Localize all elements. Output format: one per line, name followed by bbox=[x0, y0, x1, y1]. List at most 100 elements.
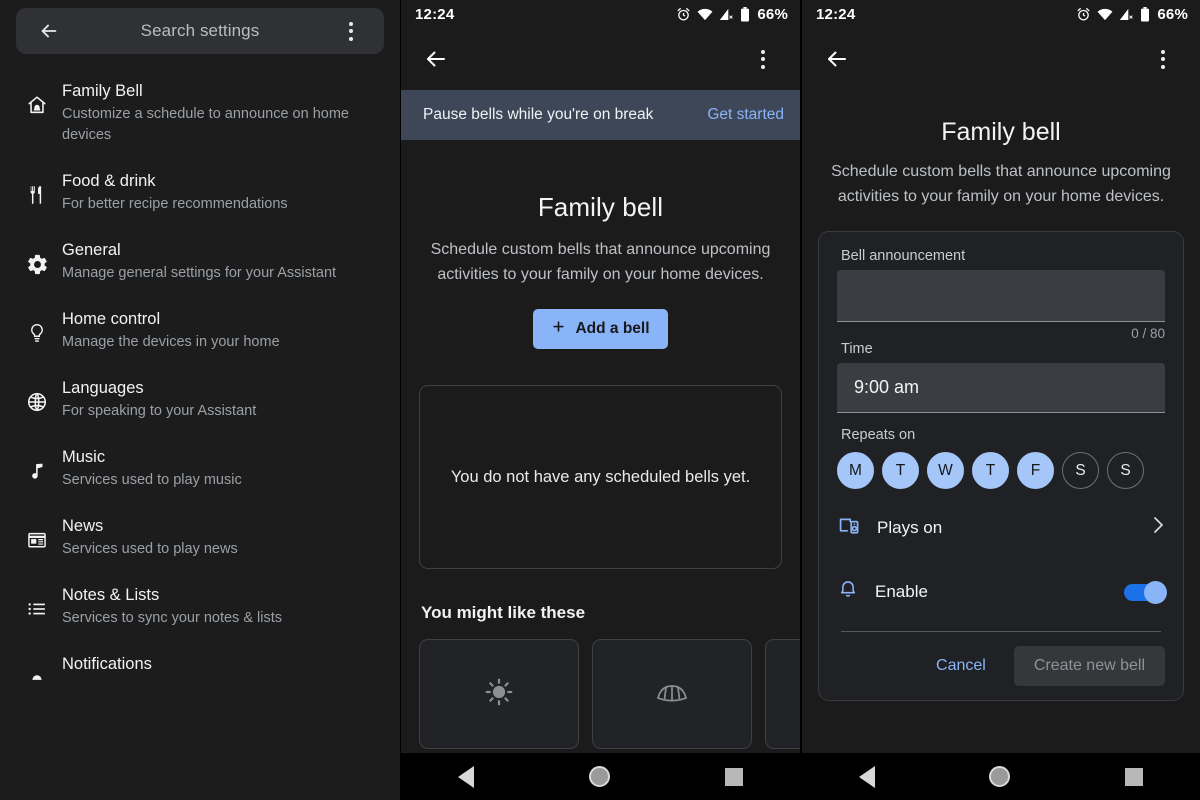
day-toggle-thursday[interactable]: T bbox=[972, 452, 1009, 489]
battery-percent: 66% bbox=[757, 5, 788, 23]
chevron-right-icon[interactable] bbox=[1153, 516, 1165, 540]
time-value: 9:00 am bbox=[854, 377, 920, 397]
sidebar-item-general[interactable]: General Manage general settings for your… bbox=[0, 227, 400, 296]
suggestions-heading: You might like these bbox=[421, 603, 586, 622]
sidebar-item-label: Notes & Lists bbox=[62, 586, 160, 604]
notification-bell-icon bbox=[20, 653, 54, 681]
back-arrow-icon[interactable] bbox=[419, 42, 453, 76]
nav-back-icon[interactable] bbox=[458, 765, 475, 788]
time-label: Time bbox=[841, 341, 873, 357]
sidebar-item-languages[interactable]: Languages For speaking to your Assistant bbox=[0, 365, 400, 434]
search-settings-bar[interactable]: Search settings bbox=[16, 8, 384, 54]
suggestion-card-morning[interactable] bbox=[419, 639, 579, 749]
status-bar: 12:24 66% bbox=[802, 0, 1200, 28]
app-bar bbox=[802, 28, 1200, 90]
page-description: Schedule custom bells that announce upco… bbox=[831, 163, 1171, 205]
day-toggle-friday[interactable]: F bbox=[1017, 452, 1054, 489]
more-vertical-icon[interactable] bbox=[746, 42, 780, 76]
bell-icon bbox=[837, 579, 859, 606]
search-settings-placeholder[interactable]: Search settings bbox=[66, 21, 334, 41]
croissant-icon bbox=[655, 680, 689, 709]
nav-back-icon[interactable] bbox=[859, 765, 876, 788]
sidebar-item-notes-lists[interactable]: Notes & Lists Services to sync your note… bbox=[0, 572, 400, 641]
sidebar-item-music[interactable]: Music Services used to play music bbox=[0, 434, 400, 503]
list-icon bbox=[20, 584, 54, 620]
nav-recents-icon[interactable] bbox=[1124, 767, 1143, 786]
sidebar-item-subtitle: Manage the devices in your home bbox=[62, 334, 280, 350]
status-clock: 12:24 bbox=[415, 5, 455, 23]
sidebar-item-subtitle: Services used to play news bbox=[62, 541, 238, 557]
back-arrow-icon[interactable] bbox=[32, 14, 66, 48]
plus-icon bbox=[551, 319, 566, 339]
enable-label: Enable bbox=[875, 582, 928, 601]
sidebar-item-family-bell[interactable]: Family Bell Customize a schedule to anno… bbox=[0, 68, 400, 158]
sidebar-item-label: Food & drink bbox=[62, 172, 156, 190]
alarm-icon bbox=[676, 7, 691, 22]
page-title: Family bell bbox=[941, 118, 1061, 146]
repeat-days-row: M T W T F S S bbox=[837, 452, 1165, 489]
sidebar-item-subtitle: Services used to play music bbox=[62, 472, 242, 488]
battery-percent: 66% bbox=[1157, 5, 1188, 23]
news-icon bbox=[20, 515, 54, 551]
time-input[interactable]: 9:00 am bbox=[837, 363, 1165, 413]
sidebar-item-subtitle: Manage general settings for your Assista… bbox=[62, 265, 337, 281]
day-toggle-saturday[interactable]: S bbox=[1062, 452, 1099, 489]
sidebar-item-notifications[interactable]: Notifications bbox=[0, 641, 400, 705]
day-toggle-sunday[interactable]: S bbox=[1107, 452, 1144, 489]
music-note-icon bbox=[20, 446, 54, 482]
pause-bells-banner[interactable]: Pause bells while you're on break Get st… bbox=[401, 90, 800, 140]
sidebar-item-label: Family Bell bbox=[62, 82, 143, 100]
page-title: Family bell bbox=[537, 192, 664, 222]
bell-announcement-input[interactable] bbox=[837, 270, 1165, 322]
nav-home-icon[interactable] bbox=[989, 766, 1011, 787]
sidebar-item-subtitle: Services to sync your notes & lists bbox=[62, 610, 282, 626]
day-toggle-tuesday[interactable]: T bbox=[882, 452, 919, 489]
cellular-off-icon bbox=[1119, 8, 1134, 21]
form-divider bbox=[841, 631, 1161, 632]
family-bell-hero: Family bell Schedule custom bells that a… bbox=[401, 140, 800, 349]
status-bar: 12:24 66% bbox=[401, 0, 800, 28]
wifi-icon bbox=[1097, 8, 1113, 21]
app-bar bbox=[401, 28, 800, 90]
sidebar-item-label: Notifications bbox=[62, 655, 152, 673]
battery-icon bbox=[740, 6, 750, 22]
suggestion-card-breakfast[interactable] bbox=[592, 639, 752, 749]
enable-row[interactable]: Enable bbox=[837, 567, 1167, 617]
day-toggle-monday[interactable]: M bbox=[837, 452, 874, 489]
sidebar-item-subtitle: For better recipe recommendations bbox=[62, 196, 288, 212]
more-vertical-icon[interactable] bbox=[334, 14, 368, 48]
repeats-on-label: Repeats on bbox=[841, 427, 916, 443]
restaurant-icon bbox=[20, 170, 54, 206]
empty-bells-text: You do not have any scheduled bells yet. bbox=[450, 467, 751, 486]
gear-icon bbox=[20, 239, 54, 276]
plays-on-row[interactable]: Plays on bbox=[837, 503, 1165, 553]
page-description: Schedule custom bells that announce upco… bbox=[430, 241, 771, 283]
get-started-button[interactable]: Get started bbox=[707, 106, 784, 124]
create-new-bell-button[interactable]: Create new bell bbox=[1013, 646, 1165, 686]
status-clock: 12:24 bbox=[816, 5, 856, 23]
sidebar-item-label: General bbox=[62, 241, 121, 259]
cancel-button[interactable]: Cancel bbox=[922, 648, 1000, 684]
nav-recents-icon[interactable] bbox=[724, 767, 743, 786]
sidebar-item-home-control[interactable]: Home control Manage the devices in your … bbox=[0, 296, 400, 365]
add-a-bell-label: Add a bell bbox=[575, 320, 650, 337]
sidebar-item-label: Languages bbox=[62, 379, 144, 397]
day-toggle-wednesday[interactable]: W bbox=[927, 452, 964, 489]
character-counter: 0 / 80 bbox=[1131, 326, 1165, 341]
sidebar-item-subtitle: Customize a schedule to announce on home… bbox=[62, 106, 349, 143]
settings-list: Family Bell Customize a schedule to anno… bbox=[0, 68, 400, 705]
suggestion-card-partial[interactable] bbox=[765, 639, 800, 749]
empty-bells-card: You do not have any scheduled bells yet. bbox=[419, 385, 782, 569]
enable-toggle[interactable] bbox=[1124, 580, 1167, 604]
suggestions-carousel[interactable] bbox=[419, 639, 800, 749]
sidebar-item-food-drink[interactable]: Food & drink For better recipe recommend… bbox=[0, 158, 400, 227]
add-a-bell-button[interactable]: Add a bell bbox=[533, 309, 668, 349]
more-vertical-icon[interactable] bbox=[1146, 42, 1180, 76]
plays-on-label: Plays on bbox=[877, 518, 943, 537]
home-bell-icon bbox=[20, 80, 54, 116]
bell-announcement-label: Bell announcement bbox=[841, 248, 966, 264]
battery-icon bbox=[1140, 6, 1150, 22]
nav-home-icon[interactable] bbox=[588, 766, 610, 787]
sidebar-item-news[interactable]: News Services used to play news bbox=[0, 503, 400, 572]
back-arrow-icon[interactable] bbox=[820, 42, 854, 76]
